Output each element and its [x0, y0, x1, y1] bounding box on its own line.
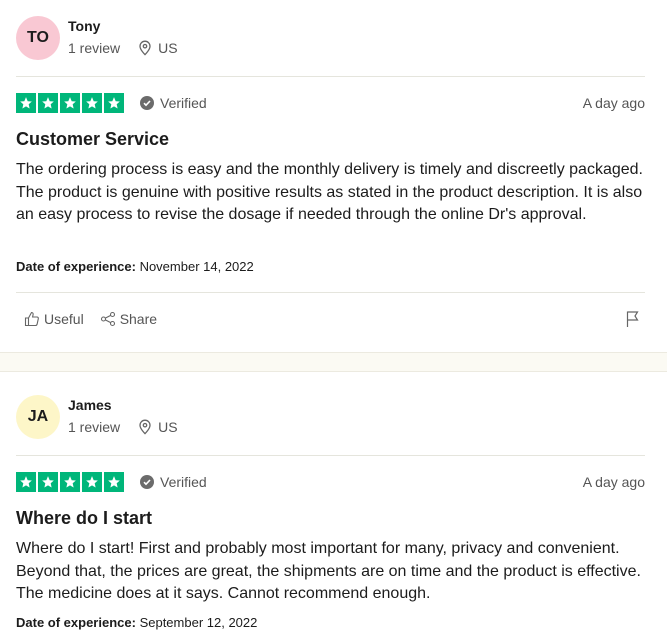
date-of-experience-value: September 12, 2022	[139, 615, 258, 630]
verified-label: Verified	[160, 95, 207, 111]
verified-check-icon	[140, 96, 154, 110]
verified-badge[interactable]: Verified	[140, 95, 207, 111]
star-icon	[104, 472, 124, 492]
star-icon	[16, 472, 36, 492]
star-icon	[82, 93, 102, 113]
verified-label: Verified	[160, 474, 207, 490]
flag-icon[interactable]	[621, 306, 645, 332]
review-body: The ordering process is easy and the mon…	[16, 161, 643, 223]
verified-check-icon	[140, 475, 154, 489]
review-count: 1 review	[68, 419, 121, 435]
star-icon	[38, 472, 58, 492]
star-rating	[16, 472, 124, 492]
useful-label: Useful	[44, 311, 84, 327]
reviewer-name[interactable]: James	[68, 397, 112, 413]
share-button[interactable]: Share	[92, 307, 165, 331]
review-body: Where do I start! First and probably mos…	[16, 540, 641, 602]
star-icon	[60, 472, 80, 492]
review-title[interactable]: Where do I start	[16, 508, 152, 529]
divider	[16, 76, 645, 77]
date-of-experience: Date of experience: November 14, 2022	[16, 259, 254, 274]
thumbs-up-icon	[24, 311, 39, 327]
share-label: Share	[119, 311, 158, 327]
reviewer-country: US	[158, 419, 178, 435]
review-date: A day ago	[582, 95, 645, 111]
review-title[interactable]: Customer Service	[16, 129, 169, 150]
star-rating	[16, 93, 124, 113]
star-icon	[60, 93, 80, 113]
star-icon	[38, 93, 58, 113]
star-icon	[82, 472, 102, 492]
date-of-experience-value: November 14, 2022	[139, 259, 254, 274]
star-icon	[104, 93, 124, 113]
review-actions: Useful Share	[16, 306, 645, 332]
location-pin-icon	[138, 419, 152, 435]
divider	[16, 292, 645, 293]
date-of-experience-label: Date of experience:	[16, 615, 136, 630]
share-icon	[100, 311, 115, 327]
review-date: A day ago	[582, 474, 645, 490]
reviewer-country: US	[158, 40, 178, 56]
useful-button[interactable]: Useful	[16, 307, 92, 331]
date-of-experience-label: Date of experience:	[16, 259, 136, 274]
reviewer-name[interactable]: Tony	[68, 18, 100, 34]
divider	[16, 455, 645, 456]
reviewer-meta: 1 review US	[68, 40, 178, 56]
avatar[interactable]: JA	[16, 395, 60, 439]
date-of-experience: Date of experience: September 12, 2022	[16, 615, 257, 630]
star-icon	[16, 93, 36, 113]
verified-badge[interactable]: Verified	[140, 474, 207, 490]
section-separator	[0, 352, 667, 372]
reviewer-meta: 1 review US	[68, 419, 178, 435]
review-count: 1 review	[68, 40, 121, 56]
avatar[interactable]: TO	[16, 16, 60, 60]
location-pin-icon	[138, 40, 152, 56]
